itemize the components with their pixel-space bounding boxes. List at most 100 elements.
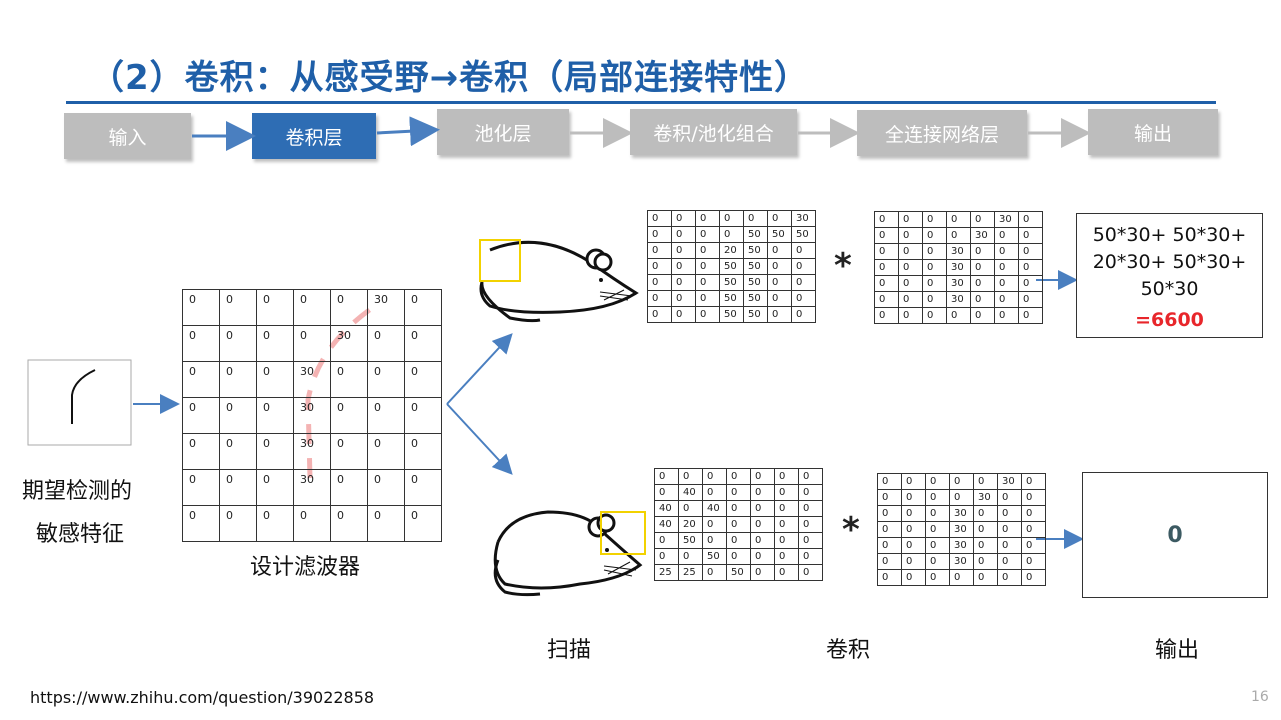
grid-row: 0 0 0 20 50 0 0	[647, 242, 816, 259]
grid-cell: 0	[901, 505, 926, 522]
grid-cell: 0	[898, 259, 923, 276]
region-grid-top: 0 0 0 0 0 0 30 0 0 0 0 50 50 50 0 0 0 20 50 0 0 0 0 0 50 50 0 0 0 0 0 5…	[647, 210, 816, 323]
grid-cell: 0	[767, 242, 792, 259]
grid-cell: 0	[695, 306, 720, 323]
grid-cell: 0	[925, 473, 950, 490]
grid-cell: 0	[726, 484, 751, 501]
grid-cell: 0	[219, 505, 257, 542]
grid-cell: 0	[973, 537, 998, 554]
grid-row: 0 0 0 30 0 0 0	[182, 397, 442, 434]
grid-cell: 50	[719, 306, 744, 323]
grid-cell: 30	[946, 291, 971, 308]
grid-cell: 0	[767, 306, 792, 323]
grid-cell: 0	[695, 258, 720, 275]
grid-row: 0 0 0 0 0 30 0	[877, 473, 1046, 490]
grid-cell: 0	[695, 210, 720, 227]
grid-cell: 0	[695, 226, 720, 243]
filter-grid-bottom: 0 0 0 0 0 30 0 0 0 0 0 30 0 0 0 0 0 30 0 0 0 0 0 0 30 0 0 0 0 0 0 30 0 0 0…	[877, 473, 1046, 586]
grid-row: 0000000	[654, 468, 823, 485]
grid-cell: 0	[750, 500, 775, 517]
grid-cell: 0	[702, 532, 727, 549]
grid-cell: 0	[970, 275, 995, 292]
grid-cell: 0	[798, 548, 823, 565]
grid-cell: 0	[367, 433, 405, 470]
grid-cell: 30	[293, 469, 331, 506]
grid-cell: 50	[743, 290, 768, 307]
grid-row: 0 0 0 0 50 50 50	[647, 226, 816, 243]
grid-cell: 0	[404, 361, 442, 398]
grid-cell: 0	[330, 505, 368, 542]
grid-cell: 50	[678, 532, 703, 549]
grid-cell: 40	[702, 500, 727, 517]
grid-cell: 0	[973, 473, 998, 490]
grid-cell: 0	[647, 226, 672, 243]
grid-cell: 0	[949, 473, 974, 490]
grid-cell: 0	[367, 505, 405, 542]
grid-row: 0 0 0 50 50 0 0	[647, 306, 816, 323]
grid-cell: 0	[256, 469, 294, 506]
grid-cell: 0	[874, 243, 899, 260]
grid-cell: 0	[219, 469, 257, 506]
region-grid-bottom: 0 0 0 0 0 0 0 0 40 0 0 0 0 0 40 0 40 0 0 0 0 40 20 0 0 0 0 0 0 50 0 0 0 0…	[654, 468, 823, 581]
grid-cell: 0	[898, 227, 923, 244]
grid-cell: 30	[293, 397, 331, 434]
arrow-branch-down	[446, 403, 513, 475]
result-top-line-1: 50*30+ 50*30+	[1092, 224, 1247, 246]
filter-grid-top: 0 0 0 0 0 30 0 0 0 0 0 30 0 0 0 0 0 30 0 0 0 0 0 0 30 0 0 0 0 0 0 30 0 0 0…	[874, 211, 1043, 324]
grid-cell: 0	[726, 468, 751, 485]
grid-cell: 0	[925, 521, 950, 538]
grid-cell: 0	[654, 468, 679, 485]
grid-cell: 0	[750, 564, 775, 581]
grid-cell: 0	[877, 537, 902, 554]
grid-cell: 0	[404, 469, 442, 506]
grid-cell: 0	[874, 307, 899, 324]
grid-cell: 0	[647, 258, 672, 275]
source-url: https://www.zhihu.com/question/39022858	[30, 688, 375, 707]
grid-cell: 0	[726, 500, 751, 517]
grid-cell: 0	[404, 289, 442, 326]
grid-cell: 50	[702, 548, 727, 565]
grid-cell: 0	[219, 325, 257, 362]
grid-row: 0 0 0 30 0 0 0	[874, 243, 1043, 260]
grid-cell: 0	[922, 307, 947, 324]
grid-cell: 30	[946, 275, 971, 292]
grid-cell: 0	[877, 473, 902, 490]
grid-cell: 0	[925, 537, 950, 554]
grid-cell: 0	[1018, 259, 1043, 276]
grid-cell: 0	[901, 521, 926, 538]
grid-cell: 0	[671, 258, 696, 275]
grid-cell: 0	[367, 397, 405, 434]
grid-cell: 0	[898, 243, 923, 260]
grid-cell: 40	[654, 516, 679, 533]
grid-cell: 0	[654, 548, 679, 565]
grid-row: 0 0 0 30 0 0 0	[182, 433, 442, 470]
grid-cell: 0	[901, 473, 926, 490]
grid-cell: 0	[404, 505, 442, 542]
grid-cell: 0	[791, 290, 816, 307]
grid-cell: 0	[695, 274, 720, 291]
grid-cell: 0	[330, 361, 368, 398]
grid-cell: 30	[293, 433, 331, 470]
grid-cell: 0	[973, 569, 998, 586]
grid-row: 0 40 0 0 0 0 0	[654, 484, 823, 501]
grid-cell: 0	[293, 289, 331, 326]
grid-cell: 0	[997, 505, 1022, 522]
grid-row: 0 0 0 0 30 0 0	[182, 325, 442, 362]
grid-cell: 30	[946, 259, 971, 276]
grid-cell: 0	[219, 433, 257, 470]
grid-cell: 25	[678, 564, 703, 581]
grid-row: 0 0 0 30 0 0 0	[874, 275, 1043, 292]
grid-cell: 0	[404, 325, 442, 362]
grid-cell: 0	[182, 505, 220, 542]
grid-cell: 0	[898, 307, 923, 324]
grid-cell: 0	[949, 489, 974, 506]
grid-cell: 0	[647, 290, 672, 307]
grid-row: 0000000	[874, 307, 1043, 324]
grid-cell: 0	[970, 211, 995, 228]
result-box-top: 50*30+ 50*30+ 20*30+ 50*30+ 50*30 =6600	[1076, 213, 1263, 338]
grid-cell: 0	[743, 210, 768, 227]
result-bottom-value: 0	[1167, 522, 1183, 548]
grid-cell: 0	[702, 484, 727, 501]
grid-row: 0 0 0 30 0 0 0	[874, 259, 1043, 276]
grid-cell: 0	[256, 505, 294, 542]
